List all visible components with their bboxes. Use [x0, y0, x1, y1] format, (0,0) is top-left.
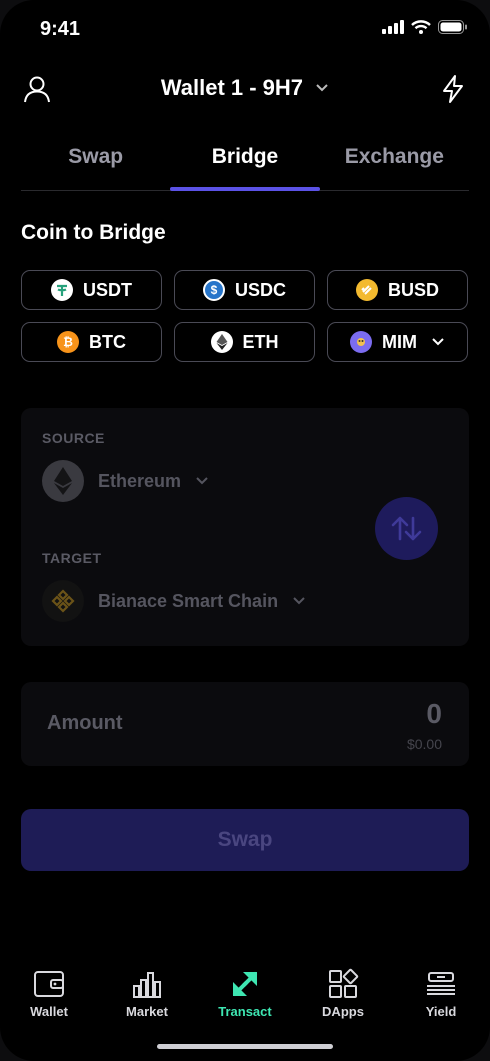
chevron-down-icon — [293, 597, 305, 605]
tab-swap[interactable]: Swap — [21, 140, 170, 190]
usdt-icon — [51, 279, 73, 301]
tab-bridge[interactable]: Bridge — [170, 140, 320, 191]
nav-label: Wallet — [30, 1004, 68, 1019]
nav-item-dapps[interactable]: DApps — [294, 968, 392, 1028]
nav-item-transact[interactable]: Transact — [196, 968, 294, 1028]
transact-tabs: Swap Bridge Exchange — [21, 140, 469, 191]
coin-label: USDT — [83, 279, 132, 300]
source-label: SOURCE — [42, 430, 105, 446]
wallet-icon — [34, 971, 64, 997]
amount-label: Amount — [47, 712, 123, 734]
coin-button-usdt[interactable]: USDT — [21, 270, 162, 310]
nav-label: Market — [126, 1004, 168, 1019]
swap-direction-button[interactable] — [375, 497, 438, 560]
coin-section-title: Coin to Bridge — [21, 221, 166, 244]
target-chain-selector[interactable]: Bianace Smart Chain — [42, 580, 306, 622]
status-time: 9:41 — [40, 18, 81, 40]
nav-label: DApps — [322, 1004, 364, 1019]
nav-item-yield[interactable]: Yield — [392, 968, 490, 1028]
coin-button-mim[interactable]: MIM — [327, 322, 468, 362]
battery-icon — [438, 20, 467, 34]
market-icon — [133, 972, 161, 998]
busd-icon — [355, 279, 378, 301]
amount-value: 0 — [426, 698, 442, 729]
usdc-icon: $ — [202, 279, 225, 301]
signal-icon — [382, 20, 404, 34]
chevron-down-icon — [316, 84, 328, 92]
wallet-title: Wallet 1 - 9H7 — [160, 75, 304, 101]
target-label: TARGET — [42, 550, 102, 566]
coin-label: USDC — [234, 279, 286, 300]
ethereum-icon — [42, 460, 84, 502]
coin-button-btc[interactable]: ₿ BTC — [21, 322, 162, 362]
dapps-icon — [329, 968, 359, 998]
chevron-down-icon — [196, 477, 208, 485]
transact-icon — [233, 972, 257, 996]
btc-icon: ₿ — [57, 331, 79, 353]
coin-button-busd[interactable]: BUSD — [327, 270, 468, 310]
eth-icon — [210, 331, 233, 353]
coin-label: BTC — [89, 331, 126, 352]
coin-button-eth[interactable]: ETH — [174, 322, 315, 362]
coin-button-usdc[interactable]: $ USDC — [174, 270, 315, 310]
source-chain-selector[interactable]: Ethereum — [42, 460, 209, 502]
tab-exchange[interactable]: Exchange — [320, 140, 469, 190]
chevron-down-icon — [432, 338, 444, 346]
amount-field[interactable]: Amount 0 $0.00 — [21, 682, 469, 766]
swap-arrows-icon — [391, 516, 422, 541]
amount-fiat: $0.00 — [406, 736, 442, 752]
bnb-chain-icon — [42, 580, 84, 622]
nav-item-market[interactable]: Market — [98, 968, 196, 1028]
wifi-icon — [411, 20, 431, 34]
app-screen: 9:41 Wallet 1 - 9H7 Swap Bridge Exchange… — [0, 0, 490, 1061]
source-chain-name: Ethereum — [98, 470, 182, 491]
nav-label: Yield — [425, 1004, 457, 1019]
mim-icon — [350, 331, 372, 353]
lightning-icon[interactable] — [440, 74, 466, 104]
status-icons — [382, 20, 468, 34]
wallet-selector[interactable]: Wallet 1 - 9H7 — [0, 74, 490, 101]
coin-label: BUSD — [387, 279, 439, 300]
home-indicator[interactable] — [157, 1044, 333, 1049]
nav-item-wallet[interactable]: Wallet — [0, 968, 98, 1028]
nav-label: Transact — [218, 1004, 272, 1019]
bottom-nav: Wallet Market Transact DApps Yield — [0, 968, 490, 1028]
coin-label: MIM — [382, 331, 417, 352]
swap-button[interactable]: Swap — [21, 809, 469, 871]
coin-label: ETH — [242, 331, 279, 352]
yield-icon — [427, 972, 455, 995]
target-chain-name: Bianace Smart Chain — [98, 590, 279, 611]
